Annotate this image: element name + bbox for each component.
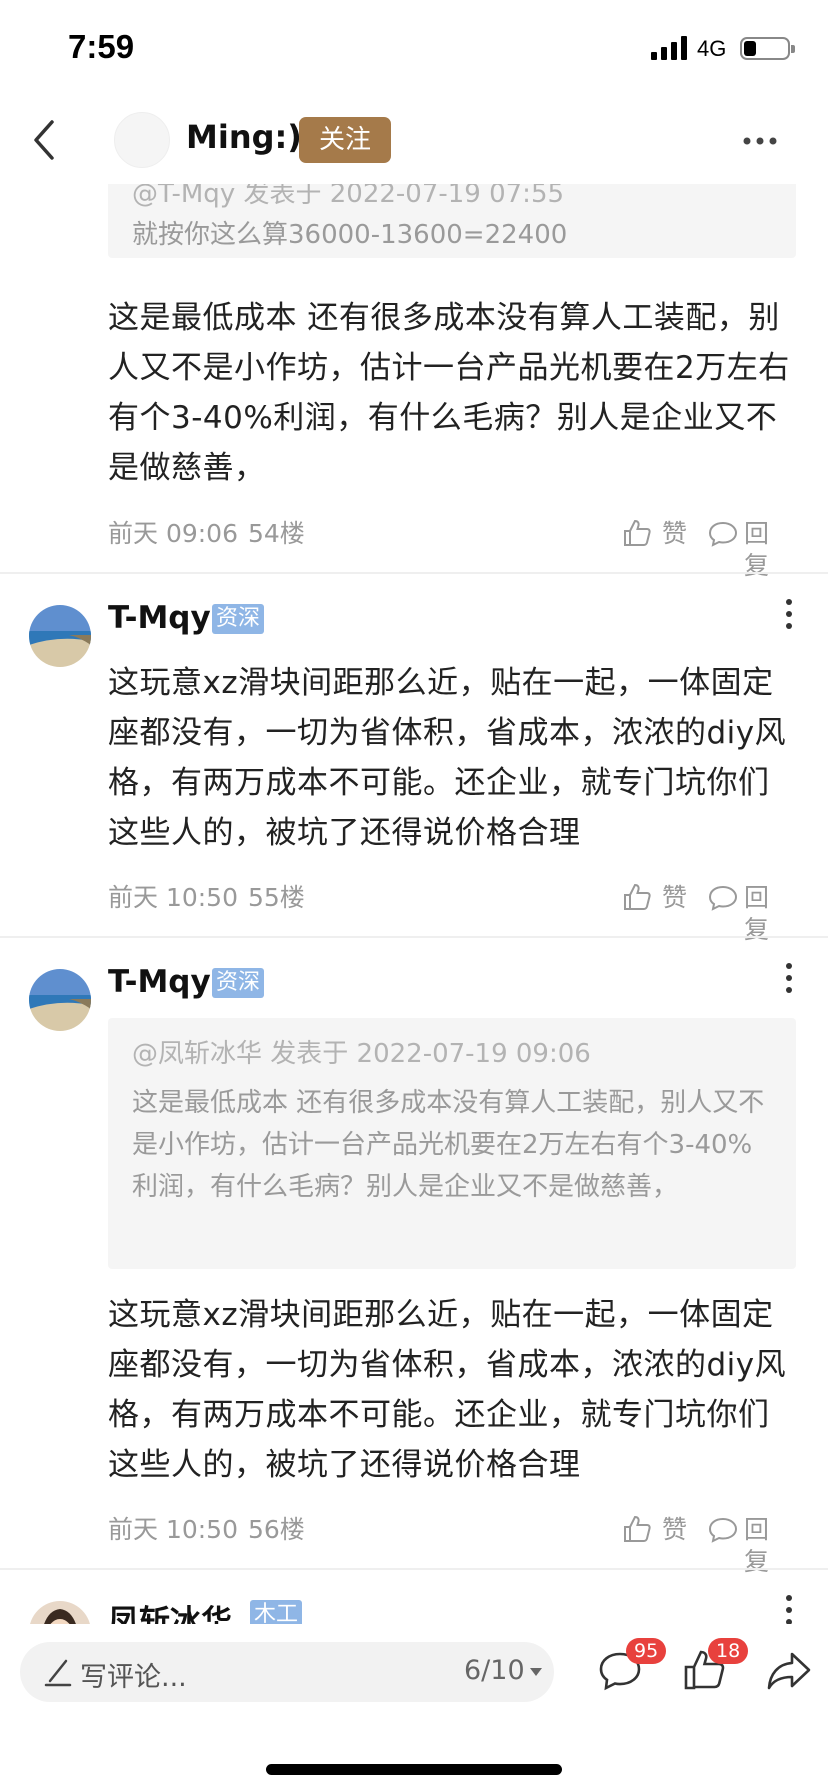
avatar[interactable] — [29, 1601, 91, 1624]
network-type: 4G — [697, 36, 727, 61]
comment-bubble-icon — [708, 1517, 738, 1543]
author-avatar[interactable] — [114, 112, 170, 168]
thumb-up-icon — [624, 519, 651, 546]
thumb-up-icon — [624, 883, 651, 910]
more-icon[interactable] — [742, 136, 778, 146]
comment-floor: 55楼 — [248, 883, 305, 912]
username[interactable]: T-Mqy — [108, 964, 211, 1000]
comment-time: 前天 10:50 — [108, 883, 238, 912]
vertical-dots-icon[interactable] — [784, 962, 794, 994]
comment-floor: 54楼 — [248, 519, 305, 548]
vertical-dots-icon[interactable] — [784, 598, 794, 630]
signal-icon — [651, 36, 687, 60]
like-label: 赞 — [662, 519, 688, 548]
comment-time: 前天 10:50 — [108, 1515, 238, 1544]
quote-text: 这是最低成本 还有很多成本没有算人工装配，别人又不是小作坊，估计一台产品光机要在… — [132, 1088, 765, 1202]
divider — [0, 936, 828, 938]
comment-time: 前天 09:06 — [108, 519, 238, 548]
battery-icon — [740, 37, 795, 60]
top-nav: Ming:) 关注 — [0, 96, 828, 184]
avatar-image — [29, 969, 91, 1031]
divider — [0, 1568, 828, 1570]
username[interactable]: T-Mqy — [108, 600, 211, 636]
user-badge: 木工 — [250, 1600, 303, 1624]
status-bar: 7:59 4G — [0, 0, 828, 96]
follow-button[interactable]: 关注 — [299, 117, 391, 163]
quote-meta: @T-Mqy 发表于 2022-07-19 07:55 — [132, 184, 565, 209]
username[interactable]: 凤斩冰华 — [108, 1596, 232, 1624]
comment-bubble-icon — [708, 521, 738, 547]
divider — [0, 572, 828, 574]
comment-input[interactable]: 写评论... 6/10 — [20, 1642, 554, 1702]
comment-meta: 前天 09:06 54楼 — [108, 518, 315, 550]
caret-down-icon[interactable] — [530, 1668, 542, 1676]
comment-floor: 56楼 — [248, 1515, 305, 1544]
comment-text: 这是最低成本 还有很多成本没有算人工装配，别人又不是小作坊，估计一台产品光机要在… — [108, 300, 790, 486]
avatar-image — [29, 605, 91, 667]
pen-icon — [44, 1659, 72, 1687]
back-icon[interactable] — [30, 118, 60, 162]
comment-bubble-icon — [708, 885, 738, 911]
status-time: 7:59 — [68, 28, 135, 65]
comment-list: @T-Mqy 发表于 2022-07-19 07:55 就按你这么算36000-… — [0, 184, 828, 1624]
quote-text: 就按你这么算36000-13600=22400 — [132, 220, 568, 250]
comment-count-badge: 95 — [626, 1638, 667, 1664]
comment-text: 这玩意xz滑块间距那么近，贴在一起，一体固定座都没有，一切为省体积，省成本，浓浓… — [108, 1297, 787, 1483]
share-icon[interactable] — [766, 1648, 812, 1692]
user-badge: 资深 — [212, 604, 265, 634]
comment-meta: 前天 10:50 55楼 — [108, 882, 315, 914]
page-indicator[interactable]: 6/10 — [464, 1655, 525, 1686]
comment-meta: 前天 10:50 56楼 — [108, 1514, 315, 1546]
author-name[interactable]: Ming:) — [186, 118, 302, 156]
comment-input-placeholder: 写评论... — [80, 1662, 187, 1693]
vertical-dots-icon[interactable] — [784, 1594, 794, 1624]
comment-text: 这玩意xz滑块间距那么近，贴在一起，一体固定座都没有，一切为省体积，省成本，浓浓… — [108, 665, 787, 851]
home-indicator — [266, 1764, 562, 1775]
quoted-comment[interactable]: @T-Mqy 发表于 2022-07-19 07:55 就按你这么算36000-… — [108, 184, 796, 258]
like-label: 赞 — [662, 883, 688, 912]
quoted-comment[interactable]: @凤斩冰华 发表于 2022-07-19 09:06 这是最低成本 还有很多成本… — [108, 1018, 796, 1269]
quote-meta: @凤斩冰华 发表于 2022-07-19 09:06 — [132, 1039, 591, 1069]
avatar-image — [29, 1601, 91, 1624]
like-count-badge: 18 — [708, 1638, 749, 1664]
avatar[interactable] — [29, 605, 91, 667]
like-label: 赞 — [662, 1515, 688, 1544]
user-badge: 资深 — [212, 968, 265, 998]
avatar[interactable] — [29, 969, 91, 1031]
thumb-up-icon — [624, 1515, 651, 1542]
